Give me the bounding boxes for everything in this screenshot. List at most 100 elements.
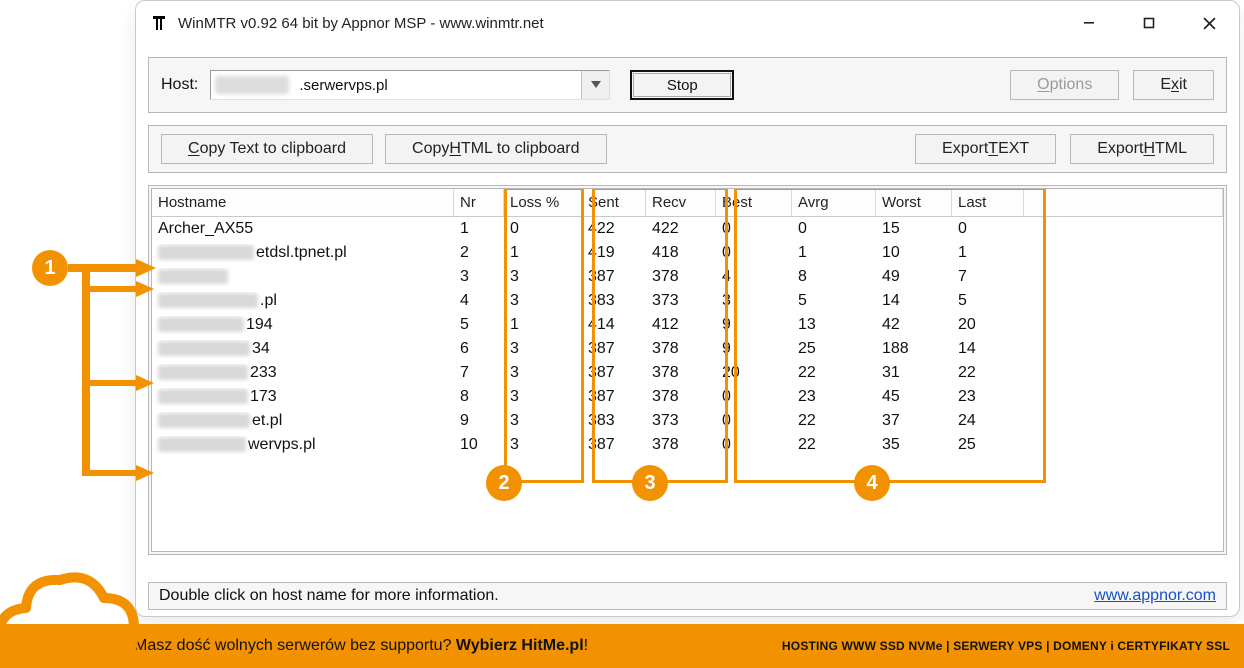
col-loss[interactable]: Loss % — [504, 189, 582, 216]
cell-nr: 7 — [454, 364, 504, 382]
app-icon — [150, 14, 168, 32]
cell-loss: 3 — [504, 292, 582, 310]
cell-recv: 378 — [646, 268, 716, 286]
cell-hostname: et.pl — [152, 412, 454, 430]
table-row[interactable]: 3338737848497 — [152, 265, 1223, 289]
banner-right: HOSTING WWW SSD NVMe | SERWERY VPS | DOM… — [782, 639, 1230, 653]
cell-nr: 10 — [454, 436, 504, 454]
cell-hostname: 173 — [152, 388, 454, 406]
cell-hostname: wervps.pl — [152, 436, 454, 454]
col-avrg[interactable]: Avrg — [792, 189, 876, 216]
results-panel: Hostname Nr Loss % Sent Recv Best Avrg W… — [148, 185, 1227, 555]
minimize-button[interactable] — [1059, 1, 1119, 45]
status-text: Double click on host name for more infor… — [159, 587, 499, 605]
banner-lead: Masz dość wolnych serwerów bez supportu?… — [134, 637, 588, 655]
cell-recv: 422 — [646, 220, 716, 238]
cell-loss: 3 — [504, 412, 582, 430]
export-text-button[interactable]: Export TEXT — [915, 134, 1056, 164]
cell-best: 0 — [716, 436, 792, 454]
cell-loss: 3 — [504, 388, 582, 406]
cell-last: 14 — [952, 340, 1024, 358]
cell-recv: 412 — [646, 316, 716, 334]
host-suffix: .serwervps.pl — [299, 77, 387, 94]
cell-best: 0 — [716, 220, 792, 238]
table-row[interactable]: etdsl.tpnet.pl2141941801101 — [152, 241, 1223, 265]
cell-sent: 387 — [582, 436, 646, 454]
cell-hostname: Archer_AX55 — [152, 220, 454, 238]
cell-worst: 49 — [876, 268, 952, 286]
cell-hostname: etdsl.tpnet.pl — [152, 244, 454, 262]
titlebar[interactable]: WinMTR v0.92 64 bit by Appnor MSP - www.… — [136, 1, 1239, 45]
col-worst[interactable]: Worst — [876, 189, 952, 216]
cell-sent: 419 — [582, 244, 646, 262]
copy-text-button[interactable]: Copy Text to clipboard — [161, 134, 373, 164]
cell-nr: 6 — [454, 340, 504, 358]
cell-sent: 387 — [582, 340, 646, 358]
cell-best: 20 — [716, 364, 792, 382]
cell-best: 4 — [716, 268, 792, 286]
cell-recv: 378 — [646, 340, 716, 358]
table-row[interactable]: 194514144129134220 — [152, 313, 1223, 337]
arrow-right-icon — [136, 256, 158, 280]
table-row[interactable]: .pl4338337335145 — [152, 289, 1223, 313]
promo-banner: Masz dość wolnych serwerów bez supportu?… — [0, 624, 1244, 668]
cell-hostname: 194 — [152, 316, 454, 334]
table-header: Hostname Nr Loss % Sent Recv Best Avrg W… — [152, 189, 1223, 217]
exit-button[interactable]: Exit — [1133, 70, 1214, 100]
col-filler — [1024, 189, 1223, 216]
close-button[interactable] — [1179, 1, 1239, 45]
cell-best: 0 — [716, 412, 792, 430]
cell-hostname: 233 — [152, 364, 454, 382]
export-html-button[interactable]: Export HTML — [1070, 134, 1214, 164]
cell-nr: 2 — [454, 244, 504, 262]
table-row[interactable]: Archer_AX551042242200150 — [152, 217, 1223, 241]
cell-sent: 414 — [582, 316, 646, 334]
arrow-right-icon — [136, 279, 156, 299]
col-last[interactable]: Last — [952, 189, 1024, 216]
col-recv[interactable]: Recv — [646, 189, 716, 216]
cell-best: 3 — [716, 292, 792, 310]
cell-loss: 3 — [504, 364, 582, 382]
table-row[interactable]: wervps.pl1033873780223525 — [152, 433, 1223, 457]
cell-avrg: 22 — [792, 364, 876, 382]
col-sent[interactable]: Sent — [582, 189, 646, 216]
cell-hostname: 34 — [152, 340, 454, 358]
options-button[interactable]: Options — [1010, 70, 1119, 100]
cell-last: 22 — [952, 364, 1024, 382]
results-table[interactable]: Hostname Nr Loss % Sent Recv Best Avrg W… — [151, 188, 1224, 552]
cell-worst: 15 — [876, 220, 952, 238]
cell-avrg: 25 — [792, 340, 876, 358]
annotation-branch — [88, 286, 138, 292]
copy-html-button[interactable]: Copy HTML to clipboard — [385, 134, 607, 164]
cell-recv: 378 — [646, 388, 716, 406]
cell-best: 0 — [716, 388, 792, 406]
cell-avrg: 13 — [792, 316, 876, 334]
cell-sent: 422 — [582, 220, 646, 238]
table-row[interactable]: 2337338737820223122 — [152, 361, 1223, 385]
col-nr[interactable]: Nr — [454, 189, 504, 216]
cell-sent: 387 — [582, 268, 646, 286]
col-best[interactable]: Best — [716, 189, 792, 216]
cell-nr: 3 — [454, 268, 504, 286]
cell-best: 0 — [716, 244, 792, 262]
table-row[interactable]: 173833873780234523 — [152, 385, 1223, 409]
cell-recv: 378 — [646, 364, 716, 382]
cell-last: 1 — [952, 244, 1024, 262]
cell-nr: 1 — [454, 220, 504, 238]
stop-button[interactable]: Stop — [633, 73, 731, 97]
table-row[interactable]: et.pl933833730223724 — [152, 409, 1223, 433]
host-dropdown-button[interactable] — [581, 71, 609, 99]
annotation-badge-2: 2 — [486, 465, 522, 501]
window-title: WinMTR v0.92 64 bit by Appnor MSP - www.… — [178, 15, 544, 32]
col-hostname[interactable]: Hostname — [152, 189, 454, 216]
cell-last: 5 — [952, 292, 1024, 310]
appnor-link[interactable]: www.appnor.com — [1094, 587, 1216, 605]
host-input[interactable]: .serwervps.pl — [210, 70, 610, 100]
table-row[interactable]: 346338737892518814 — [152, 337, 1223, 361]
cell-recv: 378 — [646, 436, 716, 454]
cell-loss: 3 — [504, 340, 582, 358]
arrow-right-icon — [136, 463, 156, 483]
maximize-button[interactable] — [1119, 1, 1179, 45]
annotation-rail-vertical — [82, 272, 90, 476]
annotation-branch — [88, 380, 138, 386]
